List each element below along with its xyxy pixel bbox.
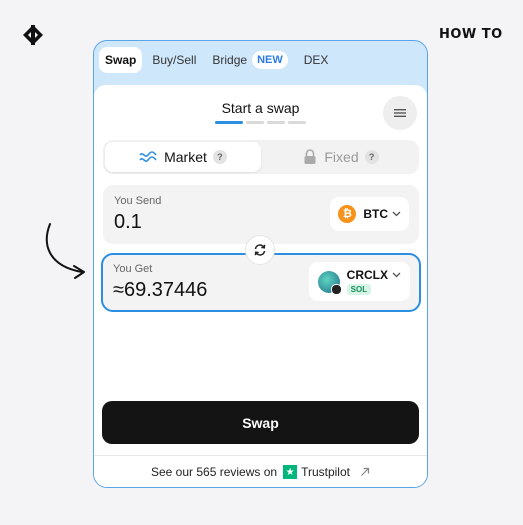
tab-bridge[interactable]: Bridge NEW (206, 47, 293, 73)
mode-fixed-label: Fixed (324, 149, 359, 165)
trustpilot-star-icon: ★ (283, 465, 298, 479)
wave-icon (139, 151, 157, 162)
mode-fixed[interactable]: Fixed ? (263, 142, 419, 172)
get-amount: ≈69.37446 (113, 279, 208, 301)
tab-dex[interactable]: DEX (298, 47, 335, 73)
tab-dex-label: DEX (303, 53, 329, 67)
chevron-down-icon (392, 272, 401, 278)
brand-logo-icon (23, 25, 43, 45)
reviews-text: See our 565 reviews on (151, 465, 278, 479)
swap-widget: Swap Buy/Sell Bridge NEW DEX Start a swa… (93, 40, 428, 488)
progress-step (215, 121, 243, 124)
swap-card: Start a swap Market ? Fixed ? You Send 0… (94, 85, 427, 487)
crclx-token-icon (317, 270, 342, 295)
external-link-icon (361, 467, 370, 476)
trustpilot-label: Trustpilot (301, 465, 350, 479)
help-icon[interactable]: ? (212, 150, 227, 164)
tab-buy-sell-label: Buy/Sell (152, 53, 197, 67)
reviews-link[interactable]: See our 565 reviews on ★ Trustpilot (94, 465, 427, 479)
tab-swap-label: Swap (105, 53, 137, 67)
how-to-label: HOW TO (439, 27, 503, 42)
chevron-down-icon (392, 211, 401, 217)
rate-mode-switch: Market ? Fixed ? (103, 140, 419, 174)
widget-tabs: Swap Buy/Sell Bridge NEW DEX (99, 46, 422, 74)
mode-market[interactable]: Market ? (105, 142, 261, 172)
send-amount-input[interactable]: 0.1 (114, 211, 142, 234)
new-badge: NEW (252, 51, 288, 69)
tab-bridge-label: Bridge (212, 53, 248, 67)
network-badge: SOL (346, 284, 372, 295)
mode-market-label: Market (164, 149, 207, 165)
help-icon[interactable]: ? (364, 150, 379, 164)
get-coin-select[interactable]: CRCLX SOL (308, 262, 410, 301)
card-title: Start a swap (221, 100, 300, 116)
progress-step (246, 121, 264, 124)
send-coin-symbol: BTC (363, 207, 388, 221)
menu-button[interactable] (383, 96, 417, 130)
divider (94, 455, 427, 456)
progress-step (288, 121, 306, 124)
bitcoin-icon: ₿ (338, 205, 357, 223)
swap-button[interactable]: Swap (102, 401, 419, 444)
tab-swap[interactable]: Swap (99, 47, 143, 73)
lock-icon (304, 149, 316, 164)
progress-step (267, 121, 285, 124)
send-coin-select[interactable]: ₿ BTC (330, 197, 409, 231)
step-progress (215, 121, 306, 124)
get-coin-symbol: CRCLX (346, 268, 388, 282)
swap-arrows-icon (254, 244, 266, 256)
get-label: You Get (113, 263, 153, 275)
tab-buy-sell[interactable]: Buy/Sell (146, 47, 202, 73)
send-label: You Send (114, 195, 162, 207)
hamburger-icon (394, 109, 406, 117)
swap-direction-button[interactable] (245, 235, 275, 265)
